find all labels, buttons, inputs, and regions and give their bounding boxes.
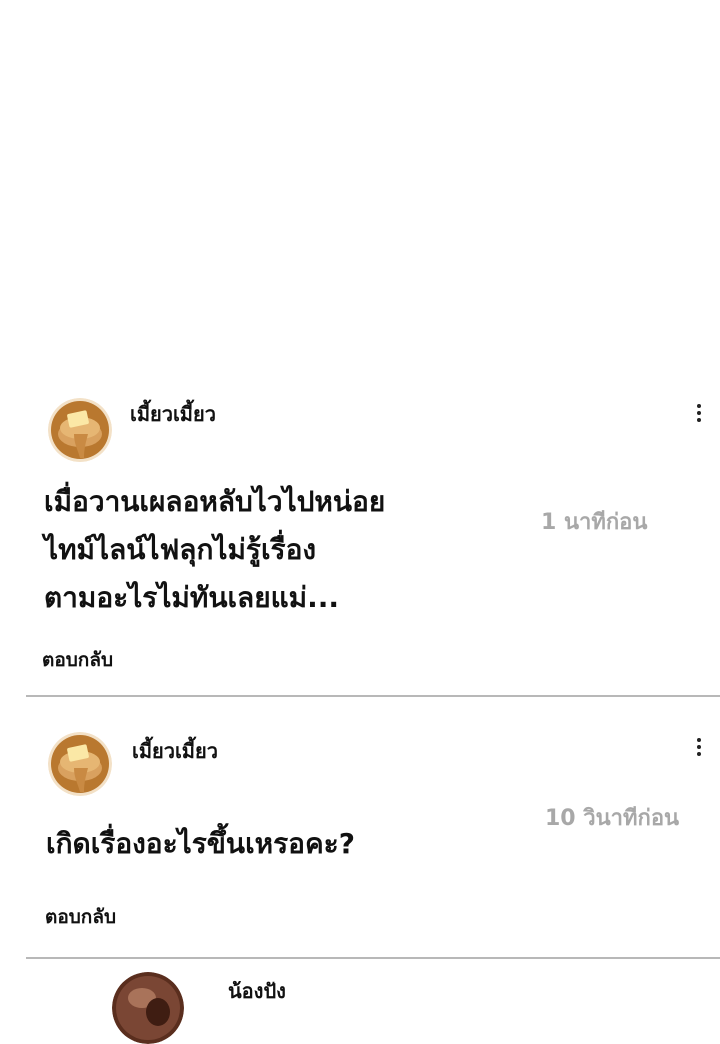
pancake-avatar-icon (48, 732, 112, 796)
comment-line: เมื่อวานเผลอหลับไวไปหน่อย (44, 485, 386, 518)
timestamp: 1 นาทีก่อน (541, 510, 648, 535)
comment-line: เกิดเรื่องอะไรขึ้นเหรอคะ? (46, 827, 355, 860)
pancake-avatar-icon (48, 398, 112, 462)
user-avatar[interactable] (48, 398, 112, 462)
comment-line: ไทม์ไลน์ไฟลุกไม่รู้เรื่อง (44, 533, 317, 566)
more-options-icon[interactable] (695, 404, 703, 424)
photo-avatar (112, 972, 184, 1044)
username[interactable]: เมี้ยวเมี้ยว (130, 398, 216, 430)
divider (26, 957, 720, 959)
timestamp: 10 วินาทีก่อน (545, 806, 680, 831)
reply-button[interactable]: ตอบกลับ (42, 645, 113, 675)
comment-text: เกิดเรื่องอะไรขึ้นเหรอคะ? (46, 820, 355, 868)
comment-line: ตามอะไรไม่ทันเลยแม่... (44, 581, 340, 614)
comment-text: เมื่อวานเผลอหลับไวไปหน่อย ไทม์ไลน์ไฟลุกไ… (44, 478, 385, 622)
divider (26, 695, 720, 697)
user-avatar[interactable] (112, 972, 184, 1044)
username[interactable]: น้องปัง (228, 975, 286, 1007)
reply-button[interactable]: ตอบกลับ (45, 902, 116, 932)
more-options-icon[interactable] (695, 738, 703, 758)
user-avatar[interactable] (48, 732, 112, 796)
username[interactable]: เมี้ยวเมี้ยว (132, 735, 218, 767)
